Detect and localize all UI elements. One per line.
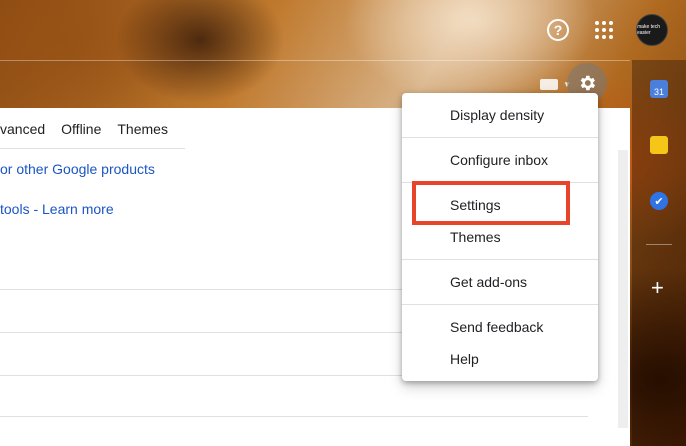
- learn-more-link[interactable]: tools - Learn more: [0, 201, 114, 217]
- menu-divider: [402, 137, 598, 138]
- help-button[interactable]: ?: [544, 16, 572, 44]
- apps-grid-icon: [595, 21, 613, 39]
- settings-menu: Display density Configure inbox Settings…: [402, 93, 598, 381]
- menu-divider: [402, 259, 598, 260]
- settings-tabs: vanced Offline Themes: [0, 108, 184, 150]
- rail-divider: [646, 244, 672, 245]
- menu-item-configure-inbox[interactable]: Configure inbox: [450, 152, 548, 168]
- tasks-icon[interactable]: ✔: [650, 192, 668, 210]
- panel-scrollbar[interactable]: [618, 150, 628, 428]
- add-addon-icon[interactable]: +: [651, 277, 664, 299]
- avatar[interactable]: make tech easier: [636, 14, 668, 46]
- header-divider: [0, 60, 630, 61]
- menu-item-themes[interactable]: Themes: [450, 229, 501, 245]
- menu-item-display-density[interactable]: Display density: [450, 107, 544, 123]
- tab-offline[interactable]: Offline: [61, 121, 101, 137]
- help-icon: ?: [547, 19, 569, 41]
- keep-icon[interactable]: [650, 136, 668, 154]
- row-divider: [0, 416, 588, 417]
- apps-button[interactable]: [590, 16, 618, 44]
- menu-item-help[interactable]: Help: [450, 351, 479, 367]
- menu-divider: [402, 304, 598, 305]
- tab-themes[interactable]: Themes: [117, 121, 168, 137]
- settings-highlight-box: [412, 181, 570, 225]
- side-panel: 31 ✔ +: [632, 60, 686, 446]
- tab-advanced[interactable]: vanced: [0, 121, 45, 137]
- menu-item-get-add-ons[interactable]: Get add-ons: [450, 274, 527, 290]
- tabs-divider: [0, 148, 185, 149]
- gear-icon: [580, 75, 596, 91]
- keyboard-icon[interactable]: [540, 79, 558, 90]
- header-actions: ? make tech easier: [544, 14, 668, 46]
- calendar-icon[interactable]: 31: [650, 80, 668, 98]
- menu-item-send-feedback[interactable]: Send feedback: [450, 319, 543, 335]
- google-products-link[interactable]: or other Google products: [0, 161, 155, 177]
